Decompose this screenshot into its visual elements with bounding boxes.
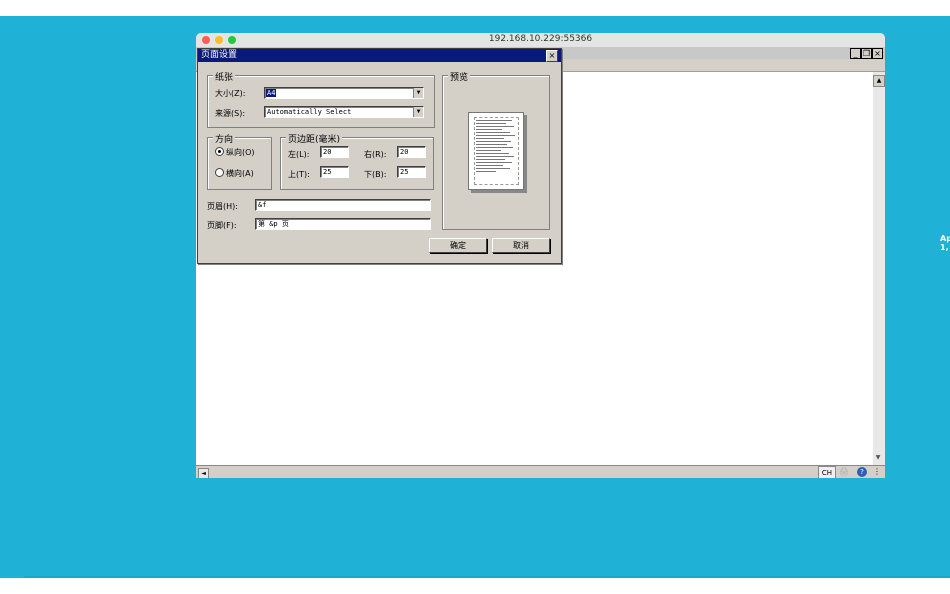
margin-right-label: 右(R):: [364, 150, 387, 159]
window-titlebar: 192.168.10.229:55366: [196, 33, 885, 48]
header-label: 页眉(H):: [207, 202, 238, 211]
desktop-edge-label-line2: 1,: [940, 243, 949, 252]
chevron-down-icon[interactable]: ▼: [413, 107, 423, 117]
paper-source-value: Automatically Select: [267, 108, 352, 116]
page-preview-margins: [474, 117, 519, 185]
paper-source-select[interactable]: Automatically Select ▼: [264, 106, 424, 118]
paper-group-label: 纸张: [213, 70, 236, 83]
header-field[interactable]: &f: [255, 199, 431, 211]
paper-size-select[interactable]: A4 ▼: [264, 87, 424, 99]
margins-group-label: 页边距(毫米): [286, 132, 343, 145]
margins-group: 页边距(毫米): [280, 132, 434, 190]
scroll-left-arrow-icon[interactable]: ◄: [198, 468, 209, 478]
paper-source-label: 来源(S):: [215, 109, 246, 118]
vertical-scrollbar[interactable]: [873, 72, 885, 465]
dialog-close-button[interactable]: ×: [546, 50, 558, 62]
ok-button[interactable]: 确定: [429, 238, 487, 253]
dock-strip: [24, 576, 950, 578]
scroll-up-arrow-icon[interactable]: ▲: [873, 75, 885, 87]
desktop-edge-label-line1: Ap: [940, 234, 950, 243]
preview-group-label: 预览: [448, 70, 471, 83]
chevron-down-icon[interactable]: ▼: [413, 88, 423, 98]
app-restore-button[interactable]: ❐: [861, 48, 872, 59]
app-minimize-button[interactable]: _: [850, 48, 861, 59]
landscape-label[interactable]: 横向(A): [226, 168, 254, 179]
footer-label: 页脚(F):: [207, 221, 237, 230]
printer-icon[interactable]: 🖨: [839, 467, 850, 477]
paper-group: 纸张: [207, 70, 435, 128]
dialog-title: 页面设置: [201, 50, 238, 60]
margin-left-label: 左(L):: [288, 150, 310, 159]
page-setup-dialog: 页面设置 × 纸张 大小(Z): A4 ▼ 来源(S): Automatical…: [197, 48, 562, 264]
margin-right-field[interactable]: 20: [397, 146, 426, 158]
window-title: 192.168.10.229:55366: [488, 34, 593, 44]
cancel-button[interactable]: 取消: [492, 238, 550, 253]
margin-top-field[interactable]: 25: [320, 166, 349, 178]
landscape-radio[interactable]: [215, 168, 224, 177]
margin-bottom-label: 下(B):: [364, 170, 387, 179]
app-close-button[interactable]: ×: [872, 48, 883, 59]
status-scroll-icon[interactable]: ⋮: [873, 467, 881, 477]
desktop-edge-label[interactable]: Ap 1,: [940, 234, 950, 252]
dialog-titlebar: 页面设置 ×: [198, 49, 561, 62]
margin-bottom-field[interactable]: 25: [397, 166, 426, 178]
portrait-label[interactable]: 纵向(O): [226, 147, 255, 158]
help-icon[interactable]: ?: [857, 467, 867, 477]
ime-indicator[interactable]: CH: [818, 466, 836, 478]
margin-left-field[interactable]: 20: [320, 146, 349, 158]
scroll-down-arrow-icon[interactable]: ▼: [873, 453, 883, 463]
status-bar: ◄ CH 🖨 ? ⋮: [196, 465, 885, 478]
orientation-group-label: 方向: [213, 132, 236, 145]
orientation-group: 方向: [207, 132, 272, 190]
paper-size-label: 大小(Z):: [215, 89, 246, 98]
paper-size-value: A4: [266, 89, 277, 97]
footer-field[interactable]: 第 &p 页: [255, 218, 431, 230]
margin-top-label: 上(T):: [288, 170, 310, 179]
portrait-radio[interactable]: [215, 147, 224, 156]
page-preview: [468, 112, 524, 190]
